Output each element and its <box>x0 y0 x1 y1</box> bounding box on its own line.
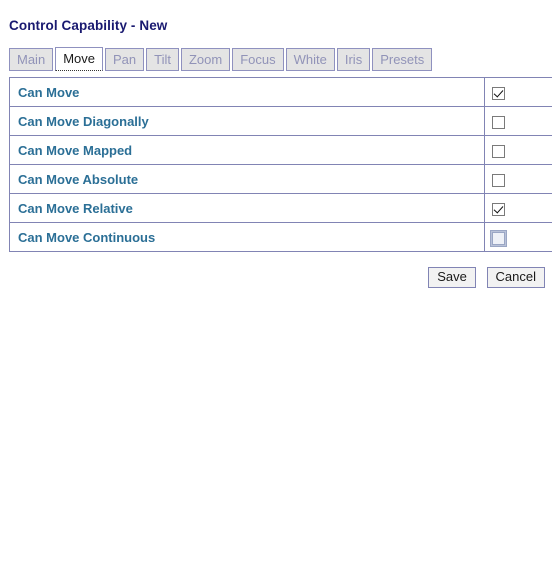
capability-checkbox-cell <box>485 136 552 165</box>
tab-focus[interactable]: Focus <box>232 48 283 71</box>
tab-move[interactable]: Move <box>55 47 103 71</box>
table-row: Can Move Relative <box>10 194 552 223</box>
table-row: Can Move <box>10 78 552 107</box>
tab-iris[interactable]: Iris <box>337 48 370 71</box>
capability-label: Can Move Mapped <box>10 136 485 165</box>
form-button-bar: Save Cancel <box>0 267 545 288</box>
tab-zoom[interactable]: Zoom <box>181 48 230 71</box>
capability-checkbox-cell <box>485 223 552 252</box>
table-row: Can Move Continuous <box>10 223 552 252</box>
capability-checkbox-cell <box>485 165 552 194</box>
control-capability-page: Control Capability - New MainMovePanTilt… <box>0 18 552 288</box>
checkbox-can-move-continuous[interactable] <box>492 232 505 245</box>
table-row: Can Move Absolute <box>10 165 552 194</box>
capability-label: Can Move Relative <box>10 194 485 223</box>
capability-label: Can Move Absolute <box>10 165 485 194</box>
capability-table: Can MoveCan Move DiagonallyCan Move Mapp… <box>9 77 552 252</box>
capability-table-body: Can MoveCan Move DiagonallyCan Move Mapp… <box>10 78 552 252</box>
tab-pan[interactable]: Pan <box>105 48 144 71</box>
page-title: Control Capability - New <box>9 18 552 33</box>
cancel-button[interactable]: Cancel <box>487 267 545 288</box>
tab-tilt[interactable]: Tilt <box>146 48 179 71</box>
checkbox-can-move-relative[interactable] <box>492 203 505 216</box>
capability-tab-strip: MainMovePanTiltZoomFocusWhiteIrisPresets <box>9 47 552 71</box>
checkbox-can-move-absolute[interactable] <box>492 174 505 187</box>
tab-white[interactable]: White <box>286 48 335 71</box>
table-row: Can Move Mapped <box>10 136 552 165</box>
save-button[interactable]: Save <box>428 267 476 288</box>
checkbox-can-move[interactable] <box>492 87 505 100</box>
checkbox-can-move-mapped[interactable] <box>492 145 505 158</box>
capability-checkbox-cell <box>485 107 552 136</box>
capability-checkbox-cell <box>485 194 552 223</box>
table-row: Can Move Diagonally <box>10 107 552 136</box>
capability-label: Can Move Continuous <box>10 223 485 252</box>
tab-presets[interactable]: Presets <box>372 48 432 71</box>
capability-checkbox-cell <box>485 78 552 107</box>
capability-label: Can Move Diagonally <box>10 107 485 136</box>
capability-label: Can Move <box>10 78 485 107</box>
tab-main[interactable]: Main <box>9 48 53 71</box>
checkbox-can-move-diagonally[interactable] <box>492 116 505 129</box>
